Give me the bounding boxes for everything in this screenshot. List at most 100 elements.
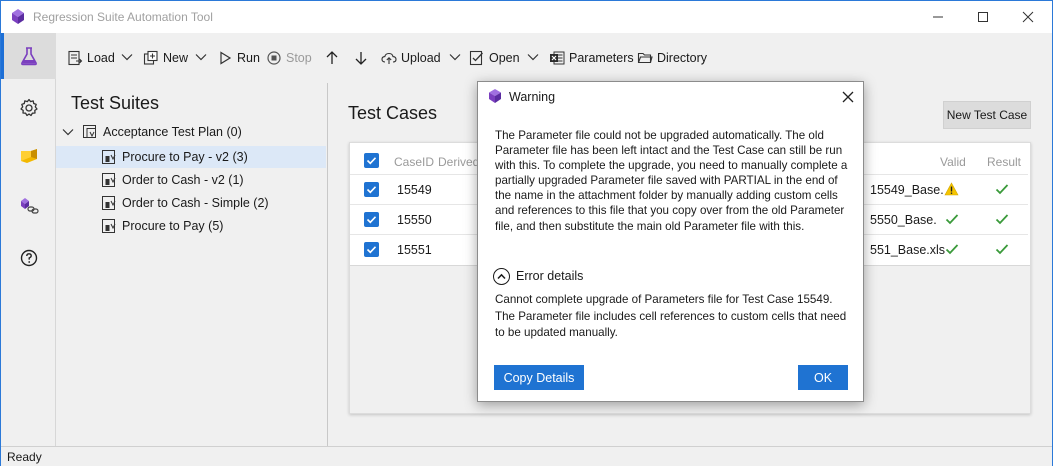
test-plan-icon <box>83 125 96 138</box>
open-dropdown-chevron-icon[interactable] <box>527 51 539 63</box>
new-test-case-button[interactable]: New Test Case <box>943 101 1031 129</box>
status-text: Ready <box>7 450 42 464</box>
valid-check-icon <box>945 214 959 225</box>
test-suite-icon <box>102 196 116 210</box>
new-label: New <box>163 51 189 65</box>
stop-label: Stop <box>286 51 312 65</box>
minimize-icon <box>933 16 943 17</box>
play-icon <box>220 51 232 65</box>
minimize-button[interactable] <box>915 1 961 32</box>
upload-dropdown-chevron-icon[interactable] <box>449 51 461 63</box>
dialog-title: Warning <box>509 90 556 104</box>
row-checkbox[interactable] <box>364 212 379 227</box>
error-details-label: Error details <box>516 269 584 283</box>
nav-lifecycle-services[interactable] <box>1 133 56 179</box>
dialog-message: The Parameter file could not be upgraded… <box>495 129 848 233</box>
nav-help[interactable] <box>1 235 56 281</box>
checkmark-icon <box>366 157 377 165</box>
suite-label: Order to Cash - Simple (2) <box>122 196 269 210</box>
test-suite-icon <box>102 173 116 187</box>
test-suites-heading: Test Suites <box>71 93 160 113</box>
tree-root-node[interactable]: Acceptance Test Plan (0) <box>62 121 324 143</box>
close-icon <box>842 91 854 103</box>
window-title: Regression Suite Automation Tool <box>33 10 213 24</box>
test-cases-heading: Test Cases <box>348 103 438 123</box>
stop-icon <box>267 51 281 65</box>
open-label: Open <box>489 51 520 65</box>
column-header-valid[interactable]: Valid <box>940 155 966 169</box>
nav-settings[interactable] <box>1 85 56 131</box>
tree-suite-item[interactable]: Order to Cash - v2 (1) <box>56 169 326 191</box>
upload-label: Upload <box>401 51 441 65</box>
checkmark-icon <box>366 216 377 224</box>
maximize-icon <box>978 11 988 22</box>
tree-suite-item[interactable]: Order to Cash - Simple (2) <box>56 192 326 214</box>
parameter-file-cell[interactable]: 551_Base.xls <box>870 243 945 257</box>
move-up-button[interactable] <box>324 47 340 69</box>
parameter-file-cell[interactable]: 5550_Base. <box>870 213 937 227</box>
load-button[interactable]: Load <box>67 47 115 69</box>
tree-suite-item[interactable]: Procure to Pay (5) <box>56 215 326 237</box>
column-header-derived[interactable]: Derived <box>438 155 479 169</box>
parameter-file-cell[interactable]: 15549_Base. <box>870 183 944 197</box>
folder-icon <box>637 52 653 64</box>
error-details-text: Cannot complete upgrade of Parameters fi… <box>495 293 847 339</box>
row-checkbox[interactable] <box>364 182 379 197</box>
run-button[interactable]: Run <box>217 47 260 69</box>
result-pass-icon <box>995 244 1009 255</box>
upload-button[interactable]: Upload <box>381 47 441 69</box>
directory-label: Directory <box>657 51 708 65</box>
warning-dialog: Warning The Parameter file could not be … <box>477 81 864 402</box>
ok-button[interactable]: OK <box>798 365 848 390</box>
select-all-checkbox[interactable] <box>364 153 379 168</box>
run-label: Run <box>237 51 260 65</box>
copy-details-button[interactable]: Copy Details <box>494 365 584 390</box>
column-header-caseid[interactable]: CaseID <box>394 155 434 169</box>
new-dropdown-chevron-icon[interactable] <box>195 51 207 63</box>
open-icon <box>469 50 483 66</box>
open-button[interactable]: Open <box>469 47 520 69</box>
move-down-button[interactable] <box>353 47 369 69</box>
nav-test-plans[interactable] <box>1 33 56 79</box>
dialog-close-button[interactable] <box>838 87 858 107</box>
title-bar: Regression Suite Automation Tool <box>1 1 1052 33</box>
nav-link-devops[interactable] <box>1 183 56 229</box>
status-bar: Ready <box>1 446 1052 466</box>
stop-button[interactable]: Stop <box>266 47 312 69</box>
column-header-result[interactable]: Result <box>987 155 1021 169</box>
new-button[interactable]: New <box>143 47 188 69</box>
app-logo-icon <box>489 89 501 103</box>
error-details-toggle[interactable]: Error details <box>493 267 583 285</box>
app-logo-icon <box>12 9 24 24</box>
lcs-icon <box>20 149 37 163</box>
cloud-upload-icon <box>381 52 397 64</box>
toolbar: Load New Run Stop Upload Open Parameters… <box>57 41 1052 75</box>
load-icon <box>68 50 83 66</box>
arrow-down-icon <box>355 52 367 65</box>
test-suites-panel: Test Suites Acceptance Test Plan (0) Pro… <box>56 83 328 446</box>
parameters-label: Parameters <box>569 51 634 65</box>
tree-suite-item[interactable]: Procure to Pay - v2 (3) <box>56 146 326 168</box>
left-navigation <box>1 33 56 446</box>
close-icon <box>1022 11 1034 22</box>
arrow-up-icon <box>326 51 338 64</box>
flask-icon <box>20 47 37 66</box>
row-checkbox[interactable] <box>364 242 379 257</box>
new-icon <box>143 50 158 65</box>
valid-check-icon <box>945 244 959 255</box>
chevron-down-icon[interactable] <box>62 126 74 138</box>
link-devops-icon <box>20 198 39 214</box>
result-pass-icon <box>995 214 1009 225</box>
load-dropdown-chevron-icon[interactable] <box>121 51 133 63</box>
maximize-button[interactable] <box>960 1 1006 32</box>
parameters-button[interactable]: Parameters <box>549 47 634 69</box>
close-window-button[interactable] <box>1005 1 1051 32</box>
directory-button[interactable]: Directory <box>637 47 707 69</box>
test-suite-icon <box>102 219 116 233</box>
gear-icon <box>19 98 38 117</box>
suite-label: Procure to Pay (5) <box>122 219 224 233</box>
result-pass-icon <box>995 184 1009 195</box>
load-label: Load <box>87 51 115 65</box>
suite-label: Order to Cash - v2 (1) <box>122 173 244 187</box>
help-icon <box>20 249 37 267</box>
